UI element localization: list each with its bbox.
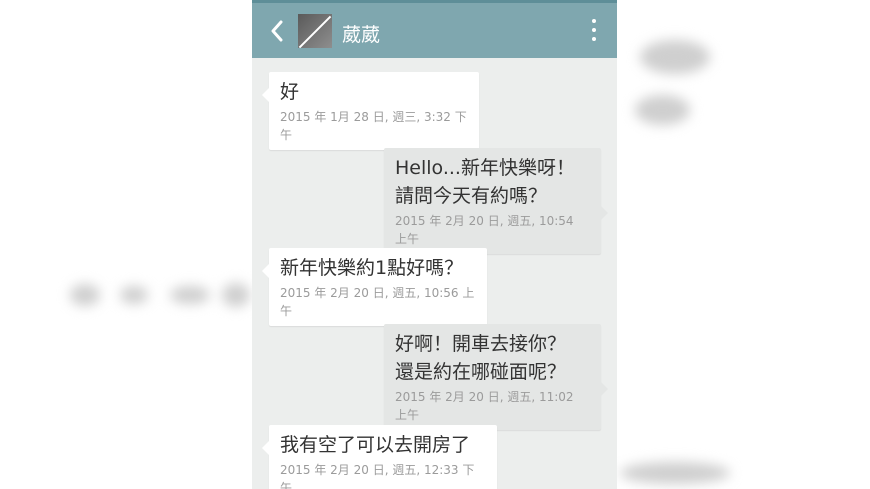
blurred-shape [620, 462, 730, 484]
message-text: 好啊！開車去接你？ 還是約在哪碰面呢？ [395, 333, 567, 383]
message-text: Hello...新年快樂呀！ 請問今天有約嗎？ [395, 157, 575, 207]
more-vertical-icon [592, 28, 596, 32]
blurred-shape [120, 286, 148, 304]
message-text: 新年快樂約1點好嗎？ [280, 257, 464, 279]
avatar[interactable] [298, 14, 332, 48]
blurred-shape [635, 95, 690, 125]
blurred-shape [70, 284, 100, 306]
message-timestamp: 2015 年 2月 20 日, 週五, 12:33 下午 [280, 463, 475, 489]
message-timestamp: 2015 年 2月 20 日, 週五, 10:54 上午 [395, 214, 574, 246]
chevron-left-icon [271, 20, 283, 42]
message-incoming[interactable]: 我有空了可以去開房了 2015 年 2月 20 日, 週五, 12:33 下午 [262, 425, 497, 489]
message-timestamp: 2015 年 1月 28 日, 週三, 3:32 下午 [280, 110, 467, 142]
back-button[interactable] [266, 18, 288, 44]
blurred-shape [222, 283, 250, 307]
chat-screen: 葳葳 好 2015 年 1月 28 日, 週三, 3:32 下午 Hello..… [252, 0, 617, 489]
message-outgoing[interactable]: Hello...新年快樂呀！ 請問今天有約嗎？ 2015 年 2月 20 日, … [384, 148, 608, 254]
message-incoming[interactable]: 新年快樂約1點好嗎？ 2015 年 2月 20 日, 週五, 10:56 上午 [262, 248, 487, 326]
message-text: 好 [280, 81, 300, 103]
message-text: 我有空了可以去開房了 [280, 434, 471, 456]
more-options-button[interactable] [591, 19, 597, 41]
message-timestamp: 2015 年 2月 20 日, 週五, 11:02 上午 [395, 390, 574, 422]
more-vertical-icon [592, 19, 596, 23]
chat-header: 葳葳 [252, 3, 617, 58]
more-vertical-icon [592, 37, 596, 41]
message-timestamp: 2015 年 2月 20 日, 週五, 10:56 上午 [280, 286, 475, 318]
blurred-shape [640, 40, 710, 74]
blurred-shape [170, 286, 210, 304]
contact-name[interactable]: 葳葳 [342, 20, 380, 47]
message-incoming[interactable]: 好 2015 年 1月 28 日, 週三, 3:32 下午 [262, 72, 479, 150]
message-outgoing[interactable]: 好啊！開車去接你？ 還是約在哪碰面呢？ 2015 年 2月 20 日, 週五, … [384, 324, 608, 430]
